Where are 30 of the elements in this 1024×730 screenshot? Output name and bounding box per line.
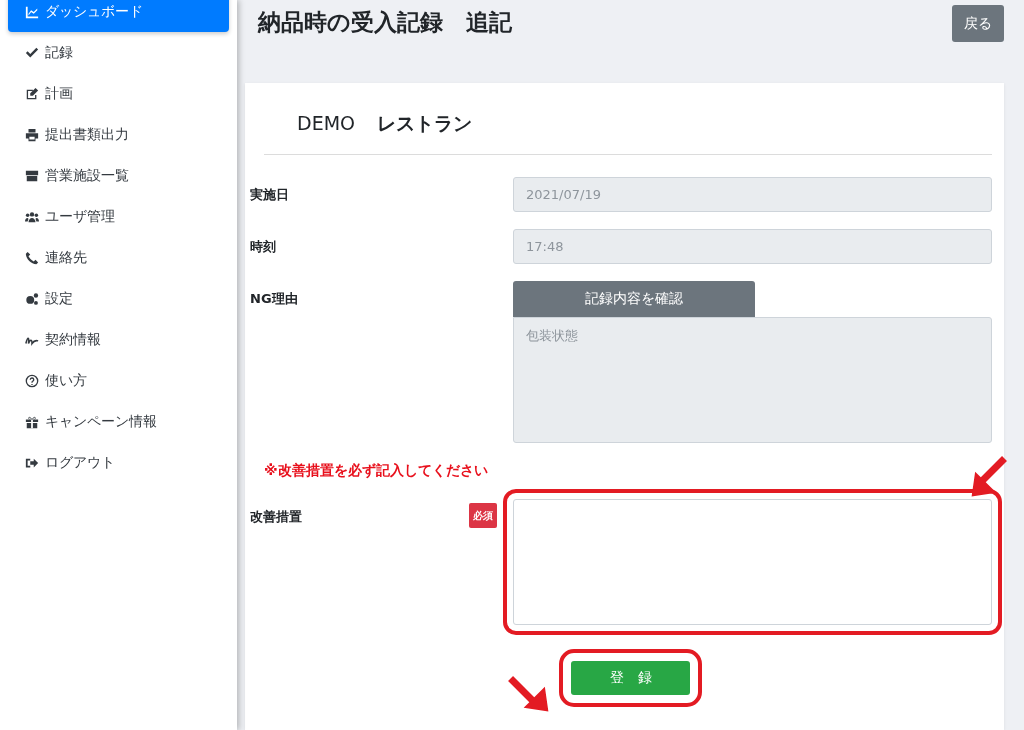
field-label: NG理由 bbox=[250, 289, 298, 308]
gift-icon bbox=[25, 414, 39, 429]
page-title: 納品時の受入記録 追記 bbox=[258, 9, 512, 37]
field-label: 改善措置 bbox=[250, 507, 302, 526]
sidebar-item[interactable]: 使い方 bbox=[8, 360, 229, 401]
sidebar-item[interactable]: 連絡先 bbox=[8, 237, 229, 278]
edit-icon bbox=[25, 86, 39, 101]
sidebar-item[interactable]: ログアウト bbox=[8, 442, 229, 483]
warning-text: ※改善措置を必ず記入してください bbox=[264, 460, 489, 480]
sidebar-item[interactable]: キャンペーン情報 bbox=[8, 401, 229, 442]
sidebar-item[interactable]: 提出書類出力 bbox=[8, 114, 229, 155]
required-badge: 必須 bbox=[469, 502, 497, 528]
phone-icon bbox=[25, 250, 39, 265]
field-label: 時刻 bbox=[250, 237, 276, 256]
back-button[interactable]: 戻る bbox=[952, 4, 1004, 42]
chart-icon bbox=[25, 4, 39, 19]
facility-code: DEMO bbox=[297, 111, 355, 136]
sidebar-item[interactable]: 計画 bbox=[8, 73, 229, 114]
help-icon bbox=[25, 373, 39, 388]
users-icon bbox=[25, 209, 39, 224]
printer-icon bbox=[25, 127, 39, 142]
sidebar-item[interactable]: 契約情報 bbox=[8, 319, 229, 360]
sidebar-item[interactable]: 営業施設一覧 bbox=[8, 155, 229, 196]
sidebar-item[interactable]: 記録 bbox=[8, 32, 229, 73]
sidebar-item[interactable]: ユーザ管理 bbox=[8, 196, 229, 237]
facility-name: レストラン bbox=[377, 111, 472, 136]
sidebar-item[interactable]: ダッシュボード bbox=[8, 0, 229, 32]
check-icon bbox=[25, 45, 39, 60]
sidebar-item[interactable]: 設定 bbox=[8, 278, 229, 319]
field-label: 実施日 bbox=[250, 185, 289, 204]
